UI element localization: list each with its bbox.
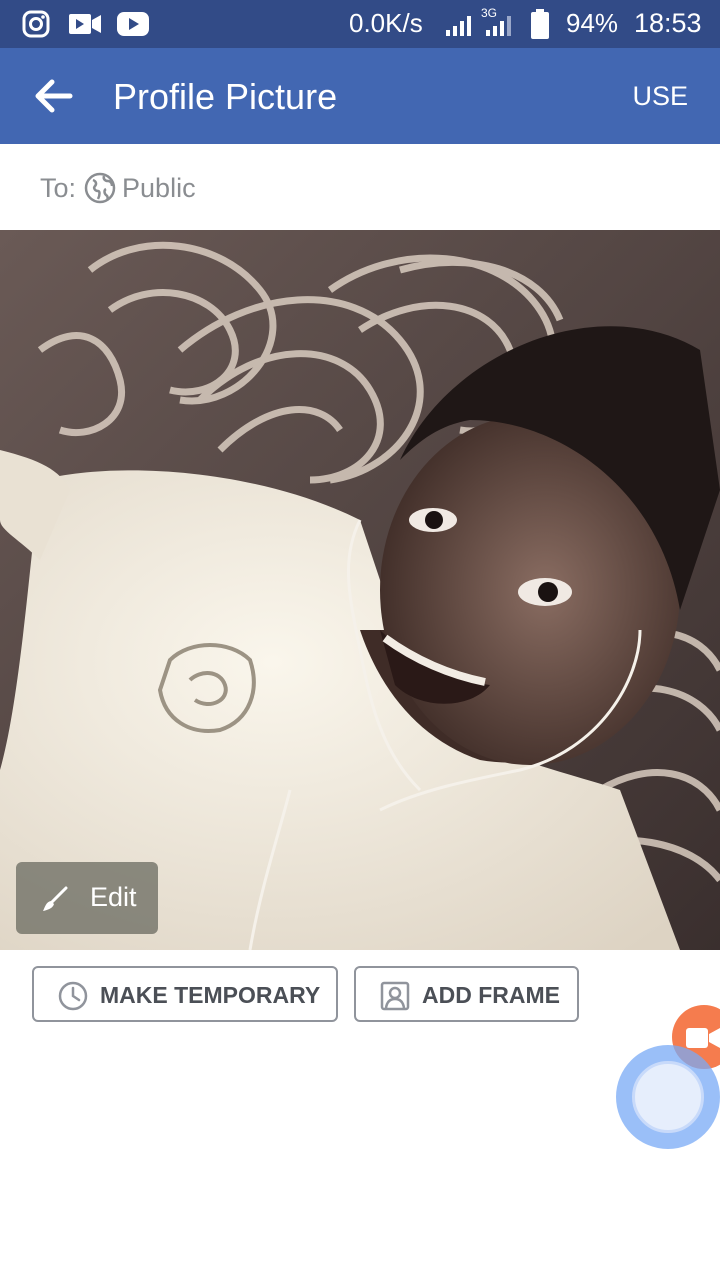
battery-percent: 94% bbox=[566, 8, 619, 38]
edit-button[interactable]: Edit bbox=[16, 862, 158, 934]
instagram-icon bbox=[22, 10, 50, 38]
arrow-left-icon bbox=[35, 79, 73, 113]
signal-3g-icon bbox=[486, 16, 511, 36]
clock-icon bbox=[58, 981, 88, 1011]
use-button[interactable]: USE bbox=[632, 81, 688, 112]
globe-icon bbox=[84, 172, 116, 204]
network-speed: 0.0K/s bbox=[349, 8, 423, 38]
assistive-touch-button[interactable] bbox=[616, 1045, 720, 1149]
make-temporary-label: MAKE TEMPORARY bbox=[100, 982, 321, 1008]
make-temporary-button[interactable]: MAKE TEMPORARY bbox=[32, 966, 338, 1022]
profile-photo bbox=[0, 230, 720, 950]
video-camera-icon bbox=[69, 14, 101, 34]
back-button[interactable] bbox=[34, 78, 74, 114]
status-bar: 0.0K/s 3G 94% 18:53 bbox=[0, 0, 720, 48]
page-title: Profile Picture bbox=[113, 76, 338, 117]
app-bar: Profile Picture USE bbox=[0, 48, 720, 144]
signal-icon bbox=[446, 16, 471, 36]
profile-photo-preview bbox=[0, 230, 720, 950]
add-frame-button[interactable]: ADD FRAME bbox=[354, 966, 579, 1022]
battery-icon bbox=[531, 9, 549, 39]
youtube-icon bbox=[117, 12, 149, 36]
audience-value: Public bbox=[122, 172, 196, 203]
add-frame-label: ADD FRAME bbox=[422, 982, 560, 1008]
video-record-icon bbox=[686, 1028, 720, 1048]
audience-prefix: To: bbox=[40, 172, 77, 203]
profile-frame-icon bbox=[380, 981, 410, 1011]
clock: 18:53 bbox=[634, 8, 702, 38]
audience-selector[interactable]: To: Public bbox=[40, 170, 196, 206]
edit-label: Edit bbox=[90, 882, 137, 912]
brush-icon bbox=[43, 886, 68, 911]
assistive-touch-inner bbox=[632, 1061, 704, 1133]
